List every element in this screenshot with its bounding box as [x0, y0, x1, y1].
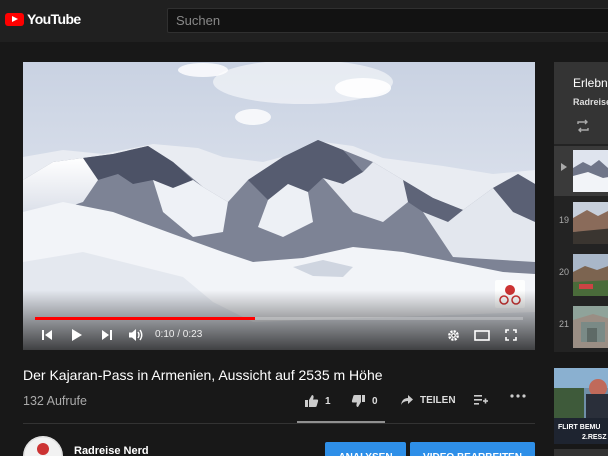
recommended-video-thumbnail[interactable] [554, 449, 608, 456]
recommendation-overlay-text: 2.RESZ [582, 434, 607, 441]
play-icon [72, 329, 82, 341]
playlist-item[interactable]: 19 [554, 198, 608, 248]
view-count: 132 Aufrufe [23, 394, 87, 408]
youtube-watch-page: YouTube Suchen 0:10 / 0:23 Der Kajaran-P… [0, 0, 608, 456]
fullscreen-button[interactable] [503, 324, 519, 346]
masthead: YouTube Suchen [0, 0, 608, 42]
share-button[interactable]: TEILEN [400, 394, 456, 406]
thumbs-down-icon [351, 395, 365, 407]
loop-playlist-button[interactable] [575, 119, 591, 138]
more-actions-button[interactable] [510, 394, 526, 398]
now-playing-indicator [557, 163, 571, 173]
repeat-icon [577, 119, 589, 133]
video-title: Der Kajaran-Pass in Armenien, Aussicht a… [23, 367, 383, 383]
volume-icon [129, 329, 143, 341]
playlist-add-icon [474, 395, 488, 405]
dislike-count: 0 [372, 395, 378, 407]
like-count: 1 [325, 395, 331, 407]
channel-name[interactable]: Radreise Nerd [74, 445, 149, 456]
playlist-item-index: 21 [558, 319, 569, 329]
playlist-item-thumbnail [573, 306, 608, 348]
mute-button[interactable] [127, 324, 145, 346]
share-label: TEILEN [420, 394, 456, 406]
theater-mode-button[interactable] [473, 324, 491, 346]
video-player[interactable]: 0:10 / 0:23 [23, 62, 535, 350]
search-input[interactable]: Suchen [167, 8, 608, 33]
youtube-logo[interactable]: YouTube [5, 11, 81, 27]
more-horizontal-icon [510, 394, 526, 398]
playlist-item-index: 20 [558, 267, 569, 277]
like-button[interactable]: 1 [304, 394, 331, 408]
dislike-button[interactable]: 0 [351, 394, 378, 408]
recommended-video-thumbnail[interactable]: FLIRT BEMU 2.RESZ [554, 368, 608, 444]
player-controls: 0:10 / 0:23 [23, 324, 535, 346]
playlist-item[interactable] [554, 146, 608, 196]
play-button[interactable] [69, 324, 85, 346]
theater-mode-icon [474, 329, 490, 341]
playlist-item[interactable]: 20 [554, 250, 608, 300]
playlist-item-thumbnail [573, 150, 608, 192]
next-button[interactable] [99, 324, 115, 346]
play-indicator-icon [561, 163, 567, 171]
recommendation-overlay-text: FLIRT BEMU [558, 424, 600, 431]
playlist-title[interactable]: Erlebni [573, 76, 608, 90]
gear-icon [447, 329, 459, 341]
previous-icon [42, 330, 52, 340]
progress-bar-played [35, 317, 255, 320]
youtube-play-logo-icon [5, 12, 24, 26]
playlist-panel: Erlebni Radreise 19 20 21 [554, 62, 608, 352]
channel-avatar[interactable] [23, 436, 63, 456]
time-display: 0:10 / 0:23 [155, 329, 203, 340]
edit-video-button[interactable]: VIDEO BEARBEITEN [410, 442, 535, 456]
divider [23, 423, 535, 424]
progress-bar[interactable] [35, 317, 523, 320]
logo-text: YouTube [27, 11, 81, 27]
next-icon [102, 330, 112, 340]
playlist-item-thumbnail [573, 202, 608, 244]
playlist-item-index: 19 [558, 215, 569, 225]
playlist-header: Erlebni Radreise [554, 62, 608, 144]
thumbs-up-icon [305, 395, 319, 407]
analytics-button[interactable]: ANALYSEN [325, 442, 406, 456]
playlist-owner[interactable]: Radreise [573, 97, 608, 107]
save-to-playlist-button[interactable] [474, 394, 488, 406]
previous-button[interactable] [39, 324, 55, 346]
fullscreen-icon [505, 329, 517, 341]
playlist-item[interactable]: 21 [554, 302, 608, 352]
share-icon [401, 395, 413, 405]
playlist-item-thumbnail [573, 254, 608, 296]
settings-button[interactable] [445, 324, 461, 346]
